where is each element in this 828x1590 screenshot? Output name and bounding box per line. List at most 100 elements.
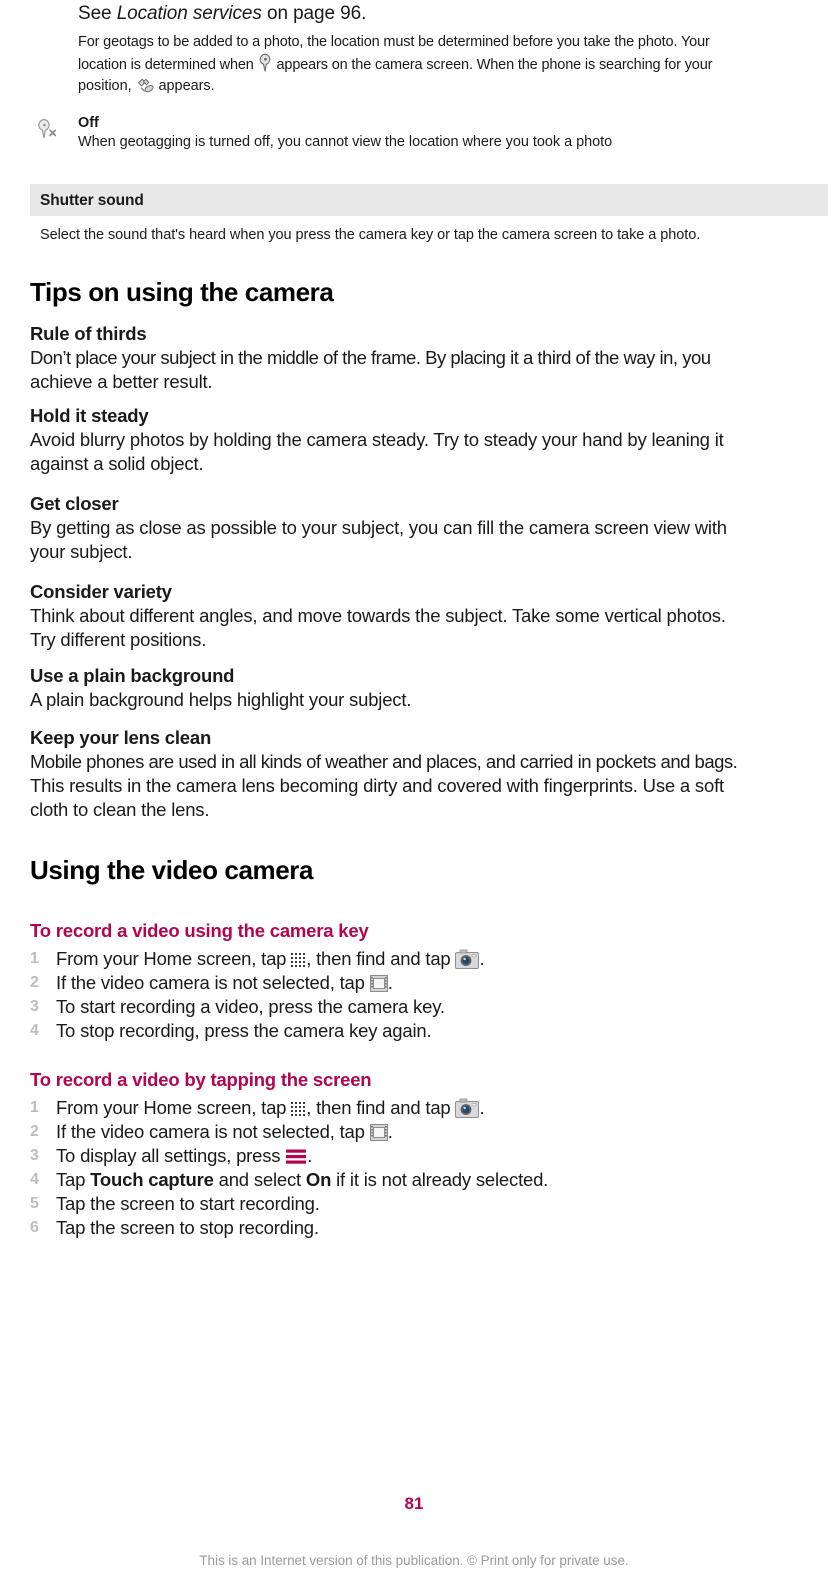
document-page: See Location services on page 96. For ge… <box>0 0 828 1590</box>
step-item: 3 To display all settings, press . <box>30 1144 820 1168</box>
app-drawer-icon <box>291 1102 306 1116</box>
tip-line: A plain background helps highlight your … <box>30 689 412 710</box>
step-text: , then find and tap <box>306 948 451 969</box>
step-list: 1 From your Home screen, tap , then find … <box>30 1096 820 1240</box>
tips-section-heading: Tips on using the camera <box>30 277 334 307</box>
step-text: , then find and tap <box>306 1097 451 1118</box>
procedure-title: To record a video using the camera key <box>30 920 369 941</box>
tip-block: Get closer By getting as close as possib… <box>30 492 820 564</box>
tip-title: Use a plain background <box>30 665 235 686</box>
step-number: 2 <box>30 1123 39 1140</box>
step-text: . <box>387 1121 393 1142</box>
tip-line: Don’t place your subject in the middle o… <box>30 347 711 368</box>
step-text: If the video camera is not selected, tap <box>56 1121 365 1142</box>
step-number: 3 <box>30 998 39 1015</box>
geotag-line-3a: position, <box>78 78 132 94</box>
shutter-sound-description: Select the sound that's heard when you p… <box>40 227 701 243</box>
step-text: From your Home screen, tap <box>56 1097 287 1118</box>
app-drawer-icon <box>291 953 306 967</box>
geotag-line-3: position, appears. <box>78 76 806 97</box>
location-off-icon <box>35 116 65 144</box>
step-item: 2 If the video camera is not selected, ta… <box>30 1120 820 1144</box>
tip-title: Get closer <box>30 493 119 514</box>
procedure-title: To record a video by tapping the screen <box>30 1069 372 1090</box>
geotag-line-2: location is determined when appears on t… <box>78 53 806 76</box>
tip-body: Mobile phones are used in all kinds of w… <box>30 750 820 822</box>
see-prefix: See <box>78 3 117 24</box>
tip-line: This results in the camera lens becoming… <box>30 775 724 796</box>
geotagging-off-note: Off When geotagging is turned off, you c… <box>38 114 808 152</box>
step-item: 4 Tap Touch capture and select On if it i… <box>30 1168 820 1192</box>
step-text: . <box>387 972 393 993</box>
tip-body: By getting as close as possible to your … <box>30 516 820 564</box>
procedure-record-with-camera-key: To record a video using the camera key 1… <box>30 920 820 1043</box>
tip-line: Avoid blurry photos by holding the camer… <box>30 429 724 450</box>
step-item: 6 Tap the screen to stop recording. <box>30 1216 820 1240</box>
step-text: . <box>479 948 485 969</box>
footer-note: This is an Internet version of this publ… <box>199 1553 629 1568</box>
shutter-sound-band <box>30 184 828 216</box>
video-camera-icon <box>369 1124 388 1141</box>
step-item: 1 From your Home screen, tap , then find … <box>30 947 820 971</box>
step-number: 4 <box>30 1171 39 1188</box>
tip-body: A plain background helps highlight your … <box>30 688 820 712</box>
tip-line: cloth to clean the lens. <box>30 799 210 820</box>
step-text: . <box>307 1145 313 1166</box>
location-services-reference[interactable]: Location services <box>117 3 262 24</box>
step-number: 6 <box>30 1219 39 1236</box>
see-suffix: on page 96. <box>261 3 367 24</box>
menu-icon <box>285 1148 307 1165</box>
step-list: 1 From your Home screen, tap , then find … <box>30 947 820 1043</box>
step-item: 4 To stop recording, press the camera key… <box>30 1019 820 1043</box>
geotagging-off-body: When geotagging is turned off, you canno… <box>78 134 613 150</box>
tip-line: achieve a better result. <box>30 371 213 392</box>
step-item: 2 If the video camera is not selected, ta… <box>30 971 820 995</box>
step-number: 1 <box>30 950 39 967</box>
step-text: If the video camera is not selected, tap <box>56 972 365 993</box>
tip-body: Don’t place your subject in the middle o… <box>30 346 820 394</box>
tip-block: Keep your lens clean Mobile phones are u… <box>30 726 820 822</box>
step-text: To display all settings, press <box>56 1145 281 1166</box>
page-number: 81 <box>404 1494 424 1513</box>
step-number: 5 <box>30 1195 39 1212</box>
tip-line: your subject. <box>30 541 133 562</box>
step-number: 1 <box>30 1099 39 1116</box>
step-text: Tap the screen to stop recording. <box>56 1217 319 1238</box>
step-number: 4 <box>30 1022 39 1039</box>
tip-block: Consider variety Think about different a… <box>30 580 820 652</box>
tip-body: Think about different angles, and move t… <box>30 604 820 652</box>
video-camera-icon <box>369 975 388 992</box>
step-text: . <box>479 1097 485 1118</box>
step-text: if it is not already selected. <box>331 1169 549 1190</box>
tip-block: Hold it steady Avoid blurry photos by ho… <box>30 404 820 476</box>
step-item: 3 To start recording a video, press the c… <box>30 995 820 1019</box>
tip-body: Avoid blurry photos by holding the camer… <box>30 428 820 476</box>
geotag-line-2b: appears on the camera screen. When the p… <box>276 57 713 73</box>
touch-capture-term: Touch capture <box>90 1169 214 1190</box>
shutter-sound-label: Shutter sound <box>40 192 144 209</box>
tip-title: Consider variety <box>30 581 172 602</box>
procedure-record-by-tapping-screen: To record a video by tapping the screen … <box>30 1069 820 1240</box>
camera-icon <box>455 1098 480 1118</box>
tip-title: Hold it steady <box>30 405 149 426</box>
tip-title: Rule of thirds <box>30 323 147 344</box>
step-text: Tap the screen to start recording. <box>56 1193 320 1214</box>
satellite-searching-icon <box>136 76 155 95</box>
tip-block: Rule of thirds Don’t place your subject … <box>30 322 820 394</box>
location-pin-icon <box>258 53 273 73</box>
step-text: To stop recording, press the camera key … <box>56 1020 432 1041</box>
camera-icon <box>455 949 480 969</box>
video-section-heading: Using the video camera <box>30 855 314 885</box>
geotagging-off-title: Off <box>78 115 99 131</box>
tip-line: By getting as close as possible to your … <box>30 517 727 538</box>
step-number: 2 <box>30 974 39 991</box>
step-item: 1 From your Home screen, tap , then find … <box>30 1096 820 1120</box>
on-term: On <box>305 1169 332 1190</box>
step-text: To start recording a video, press the ca… <box>56 996 445 1017</box>
see-reference-line: See Location services on page 96. <box>78 2 366 26</box>
tip-line: against a solid object. <box>30 453 204 474</box>
step-number: 3 <box>30 1147 39 1164</box>
tip-line: Try different positions. <box>30 629 207 650</box>
geotag-line-3b: appears. <box>158 78 215 94</box>
step-item: 5 Tap the screen to start recording. <box>30 1192 820 1216</box>
